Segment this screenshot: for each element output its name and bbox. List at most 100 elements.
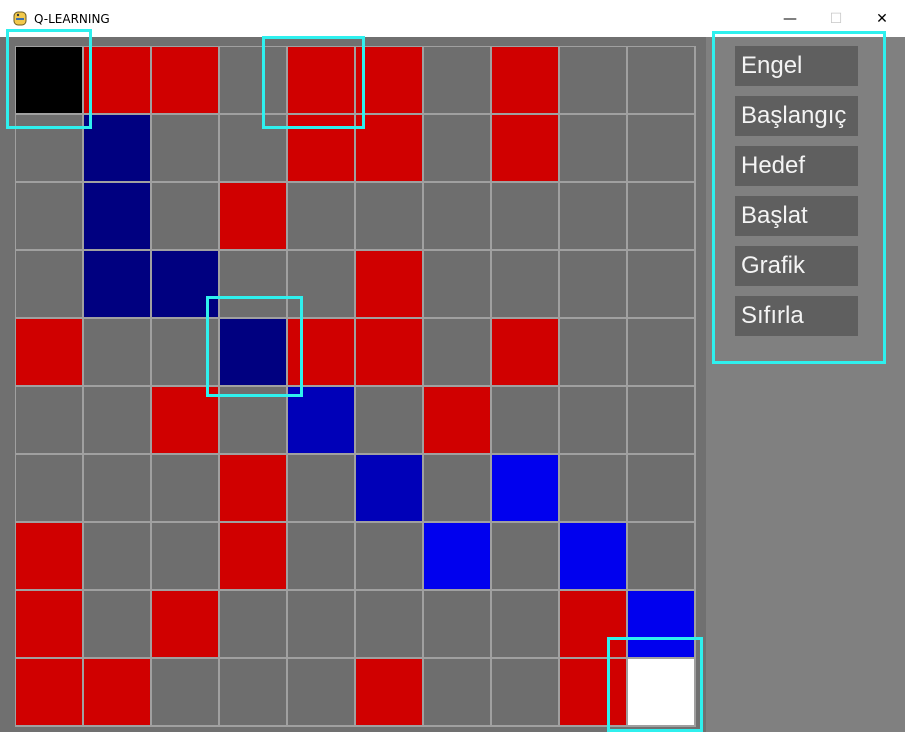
grid-cell-start[interactable] — [16, 47, 82, 113]
grid-cell-empty[interactable] — [220, 387, 286, 453]
grid-cell-empty[interactable] — [492, 387, 558, 453]
grid-cell-empty[interactable] — [492, 251, 558, 317]
grid-cell-path-dark[interactable] — [152, 251, 218, 317]
grid-cell-empty[interactable] — [16, 455, 82, 521]
grid-cell-empty[interactable] — [152, 659, 218, 725]
grid-cell-path-bright[interactable] — [492, 455, 558, 521]
grid-cell-empty[interactable] — [628, 251, 694, 317]
grid-cell-obstacle[interactable] — [492, 115, 558, 181]
start-button[interactable]: Başlangıç — [735, 96, 858, 136]
grid-cell-empty[interactable] — [628, 455, 694, 521]
grid-cell-empty[interactable] — [288, 523, 354, 589]
grid-cell-empty[interactable] — [356, 183, 422, 249]
grid-cell-obstacle[interactable] — [220, 183, 286, 249]
grid-cell-path-bright[interactable] — [424, 523, 490, 589]
grid-cell-obstacle[interactable] — [560, 659, 626, 725]
grid-cell-empty[interactable] — [16, 115, 82, 181]
reset-button[interactable]: Sıfırla — [735, 296, 858, 336]
grid-cell-empty[interactable] — [628, 47, 694, 113]
grid-cell-empty[interactable] — [424, 455, 490, 521]
grid-cell-empty[interactable] — [628, 115, 694, 181]
grid-cell-empty[interactable] — [628, 387, 694, 453]
grid-cell-empty[interactable] — [288, 455, 354, 521]
grid-cell-obstacle[interactable] — [16, 659, 82, 725]
grid-cell-empty[interactable] — [628, 319, 694, 385]
grid-cell-obstacle[interactable] — [356, 659, 422, 725]
grid-cell-empty[interactable] — [492, 659, 558, 725]
grid-cell-empty[interactable] — [152, 319, 218, 385]
grid-cell-empty[interactable] — [628, 183, 694, 249]
grid-cell-path-mid[interactable] — [356, 455, 422, 521]
grid-cell-obstacle[interactable] — [152, 47, 218, 113]
q-learning-grid[interactable] — [15, 46, 696, 727]
grid-cell-obstacle[interactable] — [288, 115, 354, 181]
grid-cell-empty[interactable] — [220, 47, 286, 113]
grid-cell-empty[interactable] — [288, 591, 354, 657]
grid-cell-obstacle[interactable] — [152, 387, 218, 453]
grid-cell-obstacle[interactable] — [84, 47, 150, 113]
grid-cell-obstacle[interactable] — [424, 387, 490, 453]
grid-cell-obstacle[interactable] — [16, 319, 82, 385]
grid-cell-empty[interactable] — [560, 455, 626, 521]
grid-cell-empty[interactable] — [492, 591, 558, 657]
grid-cell-empty[interactable] — [16, 387, 82, 453]
obstacle-button[interactable]: Engel — [735, 46, 858, 86]
grid-cell-empty[interactable] — [288, 251, 354, 317]
close-button[interactable]: ✕ — [859, 0, 905, 37]
grid-cell-empty[interactable] — [560, 251, 626, 317]
grid-cell-empty[interactable] — [492, 183, 558, 249]
grid-cell-empty[interactable] — [84, 455, 150, 521]
grid-cell-empty[interactable] — [560, 319, 626, 385]
grid-cell-empty[interactable] — [560, 47, 626, 113]
grid-cell-empty[interactable] — [424, 591, 490, 657]
grid-cell-empty[interactable] — [424, 319, 490, 385]
grid-cell-path-bright[interactable] — [628, 591, 694, 657]
grid-cell-empty[interactable] — [424, 183, 490, 249]
grid-cell-obstacle[interactable] — [288, 47, 354, 113]
grid-cell-obstacle[interactable] — [356, 251, 422, 317]
grid-cell-empty[interactable] — [84, 591, 150, 657]
grid-cell-obstacle[interactable] — [492, 319, 558, 385]
grid-cell-obstacle[interactable] — [288, 319, 354, 385]
grid-cell-path-dark[interactable] — [220, 319, 286, 385]
grid-cell-path-dark[interactable] — [84, 183, 150, 249]
grid-cell-empty[interactable] — [152, 115, 218, 181]
grid-cell-empty[interactable] — [220, 591, 286, 657]
grid-cell-empty[interactable] — [288, 183, 354, 249]
grid-cell-path-bright[interactable] — [560, 523, 626, 589]
grid-cell-obstacle[interactable] — [492, 47, 558, 113]
grid-cell-empty[interactable] — [152, 455, 218, 521]
minimize-button[interactable]: — — [767, 0, 813, 37]
grid-cell-empty[interactable] — [152, 183, 218, 249]
grid-cell-obstacle[interactable] — [152, 591, 218, 657]
grid-cell-empty[interactable] — [424, 115, 490, 181]
graph-button[interactable]: Grafik — [735, 246, 858, 286]
grid-cell-empty[interactable] — [424, 47, 490, 113]
grid-cell-empty[interactable] — [356, 387, 422, 453]
grid-cell-empty[interactable] — [288, 659, 354, 725]
grid-cell-empty[interactable] — [16, 183, 82, 249]
grid-cell-empty[interactable] — [16, 251, 82, 317]
run-button[interactable]: Başlat — [735, 196, 858, 236]
grid-cell-empty[interactable] — [220, 251, 286, 317]
grid-cell-empty[interactable] — [628, 523, 694, 589]
grid-cell-obstacle[interactable] — [84, 659, 150, 725]
goal-button[interactable]: Hedef — [735, 146, 858, 186]
grid-cell-path-dark[interactable] — [84, 251, 150, 317]
grid-cell-empty[interactable] — [560, 115, 626, 181]
grid-cell-empty[interactable] — [424, 251, 490, 317]
grid-cell-empty[interactable] — [152, 523, 218, 589]
grid-cell-empty[interactable] — [492, 523, 558, 589]
grid-cell-path-dark[interactable] — [84, 115, 150, 181]
grid-cell-empty[interactable] — [560, 387, 626, 453]
grid-cell-empty[interactable] — [220, 659, 286, 725]
grid-cell-obstacle[interactable] — [16, 523, 82, 589]
grid-cell-empty[interactable] — [84, 319, 150, 385]
maximize-button[interactable]: ☐ — [813, 0, 859, 37]
grid-cell-empty[interactable] — [424, 659, 490, 725]
grid-cell-obstacle[interactable] — [16, 591, 82, 657]
grid-cell-path-mid[interactable] — [288, 387, 354, 453]
grid-cell-empty[interactable] — [220, 115, 286, 181]
grid-cell-obstacle[interactable] — [560, 591, 626, 657]
grid-cell-empty[interactable] — [84, 387, 150, 453]
